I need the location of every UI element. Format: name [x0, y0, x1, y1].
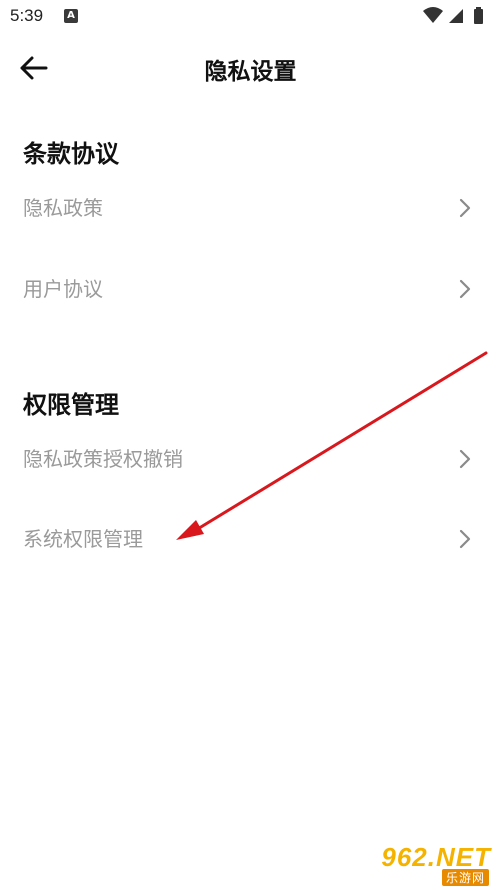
- signal-icon: [449, 9, 463, 23]
- status-indicators: [421, 5, 491, 27]
- section-title-terms: 条款协议: [23, 140, 119, 168]
- status-bar: 5:39 A: [0, 0, 501, 34]
- watermark-logo: 962.NET 乐游网: [359, 842, 495, 886]
- list-item-label: 系统权限管理: [23, 527, 143, 551]
- chevron-right-icon: [459, 198, 471, 218]
- status-time: 5:39: [10, 6, 44, 25]
- list-item-user-agreement[interactable]: 用户协议: [0, 257, 501, 321]
- wifi-icon: [423, 7, 443, 23]
- list-item-privacy-policy[interactable]: 隐私政策: [0, 176, 501, 240]
- list-item-label: 隐私政策: [23, 196, 103, 220]
- app-notification-icon: A: [64, 9, 78, 23]
- top-bar: 隐私设置: [0, 40, 501, 96]
- list-item-system-permission-management[interactable]: 系统权限管理: [0, 507, 501, 571]
- chevron-right-icon: [459, 449, 471, 469]
- battery-icon: [474, 7, 483, 24]
- chevron-right-icon: [459, 529, 471, 549]
- list-item-revoke-privacy-authorization[interactable]: 隐私政策授权撤销: [0, 427, 501, 491]
- list-item-label: 隐私政策授权撤销: [23, 447, 183, 471]
- section-title-permissions: 权限管理: [23, 391, 119, 419]
- watermark-subtext: 乐游网: [441, 869, 489, 886]
- chevron-right-icon: [459, 279, 471, 299]
- list-item-label: 用户协议: [23, 277, 103, 301]
- page-title: 隐私设置: [204, 59, 297, 85]
